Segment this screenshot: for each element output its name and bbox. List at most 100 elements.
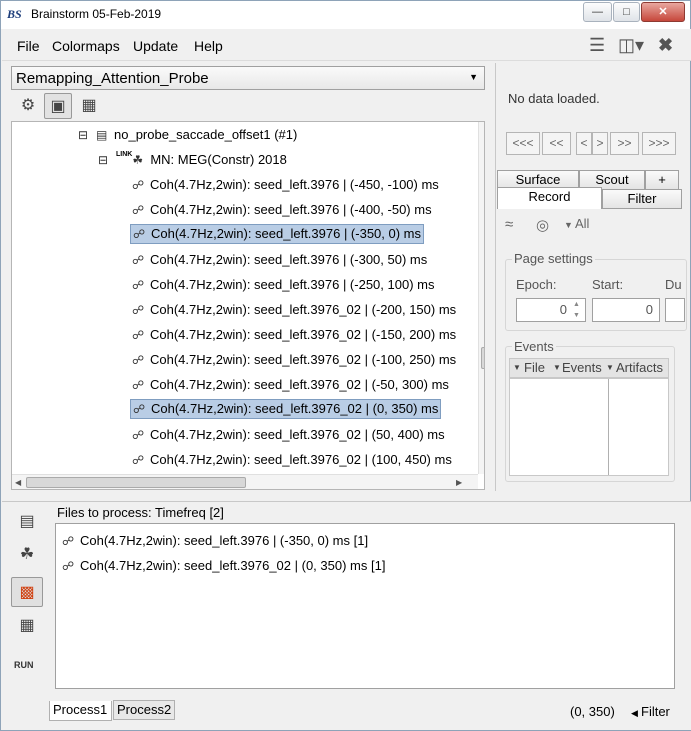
- window-title: Brainstorm 05-Feb-2019: [31, 7, 162, 21]
- timefreq-filter-button[interactable]: ▤: [11, 507, 43, 537]
- chevron-down-icon: ▼: [469, 72, 478, 82]
- tab-filter[interactable]: Filter: [602, 189, 682, 209]
- tab-process1[interactable]: Process1: [49, 701, 112, 721]
- target-icon[interactable]: ◎: [536, 216, 549, 234]
- connectivity-icon: ☍: [132, 203, 145, 217]
- events-artifacts-menu[interactable]: Artifacts: [616, 359, 663, 377]
- montage-icon[interactable]: ≈: [505, 216, 513, 233]
- nav-next-page-button[interactable]: >>: [610, 132, 639, 155]
- connectivity-icon: ☍: [62, 534, 75, 548]
- tab-add[interactable]: +: [645, 170, 679, 190]
- menu-help[interactable]: Help: [194, 38, 223, 54]
- connectivity-icon: ☍: [132, 378, 145, 392]
- files-to-process-list[interactable]: ☍ Coh(4.7Hz,2win): seed_left.3976 | (-350…: [55, 523, 675, 689]
- start-label: Start:: [592, 277, 624, 292]
- functional-data-view-button[interactable]: ▣: [44, 93, 72, 119]
- tree-item[interactable]: ☍ Coh(4.7Hz,2win): seed_left.3976_02 | (-…: [132, 300, 456, 320]
- menu-file[interactable]: File: [17, 38, 40, 54]
- all-montage-select[interactable]: All: [575, 216, 589, 231]
- menu-colormaps[interactable]: Colormaps: [52, 38, 120, 54]
- connectivity-icon: ☍: [133, 402, 146, 416]
- tree-item[interactable]: ☍ Coh(4.7Hz,2win): seed_left.3976 | (-300…: [132, 250, 427, 270]
- database-view-button[interactable]: ▦: [75, 93, 103, 119]
- connectivity-filter-button[interactable]: ▩: [11, 577, 43, 607]
- tree-item-selected[interactable]: ☍ Coh(4.7Hz,2win): seed_left.3976_02 | (0…: [130, 399, 442, 419]
- tree-item[interactable]: ☍ Coh(4.7Hz,2win): seed_left.3976_02 | (5…: [132, 425, 445, 445]
- nav-last-button[interactable]: >>>: [642, 132, 676, 155]
- tab-process2[interactable]: Process2: [113, 700, 175, 720]
- duration-label: Du: [665, 277, 682, 292]
- horizontal-scroll-thumb[interactable]: [26, 477, 246, 488]
- connectivity-icon: ☍: [132, 453, 145, 467]
- spinner-arrows-icon[interactable]: ▲ ▼: [573, 299, 580, 321]
- matrix-filter-button[interactable]: ▦: [11, 611, 43, 641]
- filter-button[interactable]: Filter: [641, 704, 670, 719]
- minimize-button[interactable]: —: [583, 2, 612, 22]
- no-data-label: No data loaded.: [508, 91, 600, 106]
- tree-item[interactable]: ☍ Coh(4.7Hz,2win): seed_left.3976_02 | (-…: [132, 325, 456, 345]
- close-all-icon[interactable]: ✖: [658, 35, 673, 56]
- tree-item[interactable]: ☍ Coh(4.7Hz,2win): seed_left.3976_02 | (-…: [132, 375, 449, 395]
- events-file-menu[interactable]: File: [524, 359, 545, 377]
- scroll-up-icon[interactable]: ▲: [483, 126, 484, 135]
- folder-icon: ▤: [96, 128, 108, 142]
- tree-folder-node[interactable]: ⊟ ▤ no_probe_saccade_offset1 (#1): [78, 125, 297, 145]
- tab-record[interactable]: Record: [497, 187, 602, 209]
- events-title: Events: [512, 339, 556, 354]
- epoch-label: Epoch:: [516, 277, 557, 292]
- list-item[interactable]: ☍ Coh(4.7Hz,2win): seed_left.3976_02 | (0…: [62, 556, 385, 576]
- tree-item[interactable]: ☍ Coh(4.7Hz,2win): seed_left.3976_02 | (1…: [132, 450, 452, 470]
- brain-icon: ☘: [132, 153, 144, 167]
- connectivity-icon: ☍: [132, 303, 145, 317]
- time-window-value[interactable]: (0, 350): [570, 704, 615, 719]
- events-list[interactable]: [509, 378, 669, 476]
- scroll-down-icon[interactable]: ▼: [483, 460, 484, 469]
- nav-prev-button[interactable]: <: [576, 132, 592, 155]
- connectivity-icon: ☍: [132, 178, 145, 192]
- tree-vertical-scrollbar[interactable]: ▲ ▼: [478, 122, 484, 474]
- tree-source-node[interactable]: ⊟ LINK☘ MN: MEG(Constr) 2018: [98, 150, 287, 170]
- nav-prev-page-button[interactable]: <<: [542, 132, 571, 155]
- nav-first-button[interactable]: <<<: [506, 132, 540, 155]
- events-divider: [608, 379, 609, 475]
- tree-item[interactable]: ☍ Coh(4.7Hz,2win): seed_left.3976_02 | (-…: [132, 350, 456, 370]
- dropdown-arrow-icon: ▼: [513, 363, 521, 372]
- tree-item-selected[interactable]: ☍ Coh(4.7Hz,2win): seed_left.3976 | (-350…: [130, 224, 425, 244]
- anatomy-view-button[interactable]: ⚙: [14, 93, 42, 119]
- maximize-button[interactable]: □: [613, 2, 640, 22]
- dropdown-arrow-icon: ▼: [606, 363, 614, 372]
- events-events-menu[interactable]: Events: [562, 359, 602, 377]
- tree-item[interactable]: ☍ Coh(4.7Hz,2win): seed_left.3976 | (-250…: [132, 275, 434, 295]
- tree-item[interactable]: ☍ Coh(4.7Hz,2win): seed_left.3976 | (-450…: [132, 175, 439, 195]
- database-tree: ⊟ ▤ no_probe_saccade_offset1 (#1) ⊟ LINK☘ MN…: [11, 121, 485, 490]
- title-bar: BS Brainstorm 05-Feb-2019 — □ ✕: [1, 1, 690, 29]
- link-tag: LINK: [116, 151, 133, 158]
- tree-horizontal-scrollbar[interactable]: ◀ ▶: [12, 474, 478, 489]
- connectivity-icon: ☍: [132, 253, 145, 267]
- menu-update[interactable]: Update: [133, 38, 178, 54]
- tree-item[interactable]: ☍ Coh(4.7Hz,2win): seed_left.3976 | (-400…: [132, 200, 432, 220]
- dropdown-arrow-icon: ▼: [553, 363, 561, 372]
- list-item[interactable]: ☍ Coh(4.7Hz,2win): seed_left.3976 | (-350…: [62, 531, 368, 551]
- main-window: BS Brainstorm 05-Feb-2019 — □ ✕ File Col…: [0, 0, 691, 731]
- sources-filter-button[interactable]: ☘: [11, 540, 43, 570]
- vertical-scroll-thumb[interactable]: [481, 347, 484, 369]
- collapse-icon[interactable]: ⊟: [98, 150, 116, 170]
- layout-icon[interactable]: ◫▾: [618, 35, 644, 56]
- nav-next-button[interactable]: >: [592, 132, 608, 155]
- duration-field[interactable]: [665, 298, 685, 322]
- dropdown-arrow-icon[interactable]: ▼: [564, 220, 573, 230]
- connectivity-icon: ☍: [132, 428, 145, 442]
- filter-arrow-icon: ◀: [631, 708, 638, 718]
- events-toolbar: ▼ File ▼ Events ▼ Artifacts: [509, 358, 669, 378]
- scroll-left-icon[interactable]: ◀: [15, 478, 21, 487]
- connectivity-icon: ☍: [132, 353, 145, 367]
- process-list-icon[interactable]: ☰: [589, 35, 605, 56]
- scroll-right-icon[interactable]: ▶: [456, 478, 462, 487]
- protocol-select[interactable]: Remapping_Attention_Probe ▼: [11, 66, 485, 90]
- run-button[interactable]: RUN: [14, 660, 34, 670]
- connectivity-icon: ☍: [133, 227, 146, 241]
- close-window-button[interactable]: ✕: [641, 2, 685, 22]
- start-field[interactable]: 0: [592, 298, 660, 322]
- collapse-icon[interactable]: ⊟: [78, 125, 96, 145]
